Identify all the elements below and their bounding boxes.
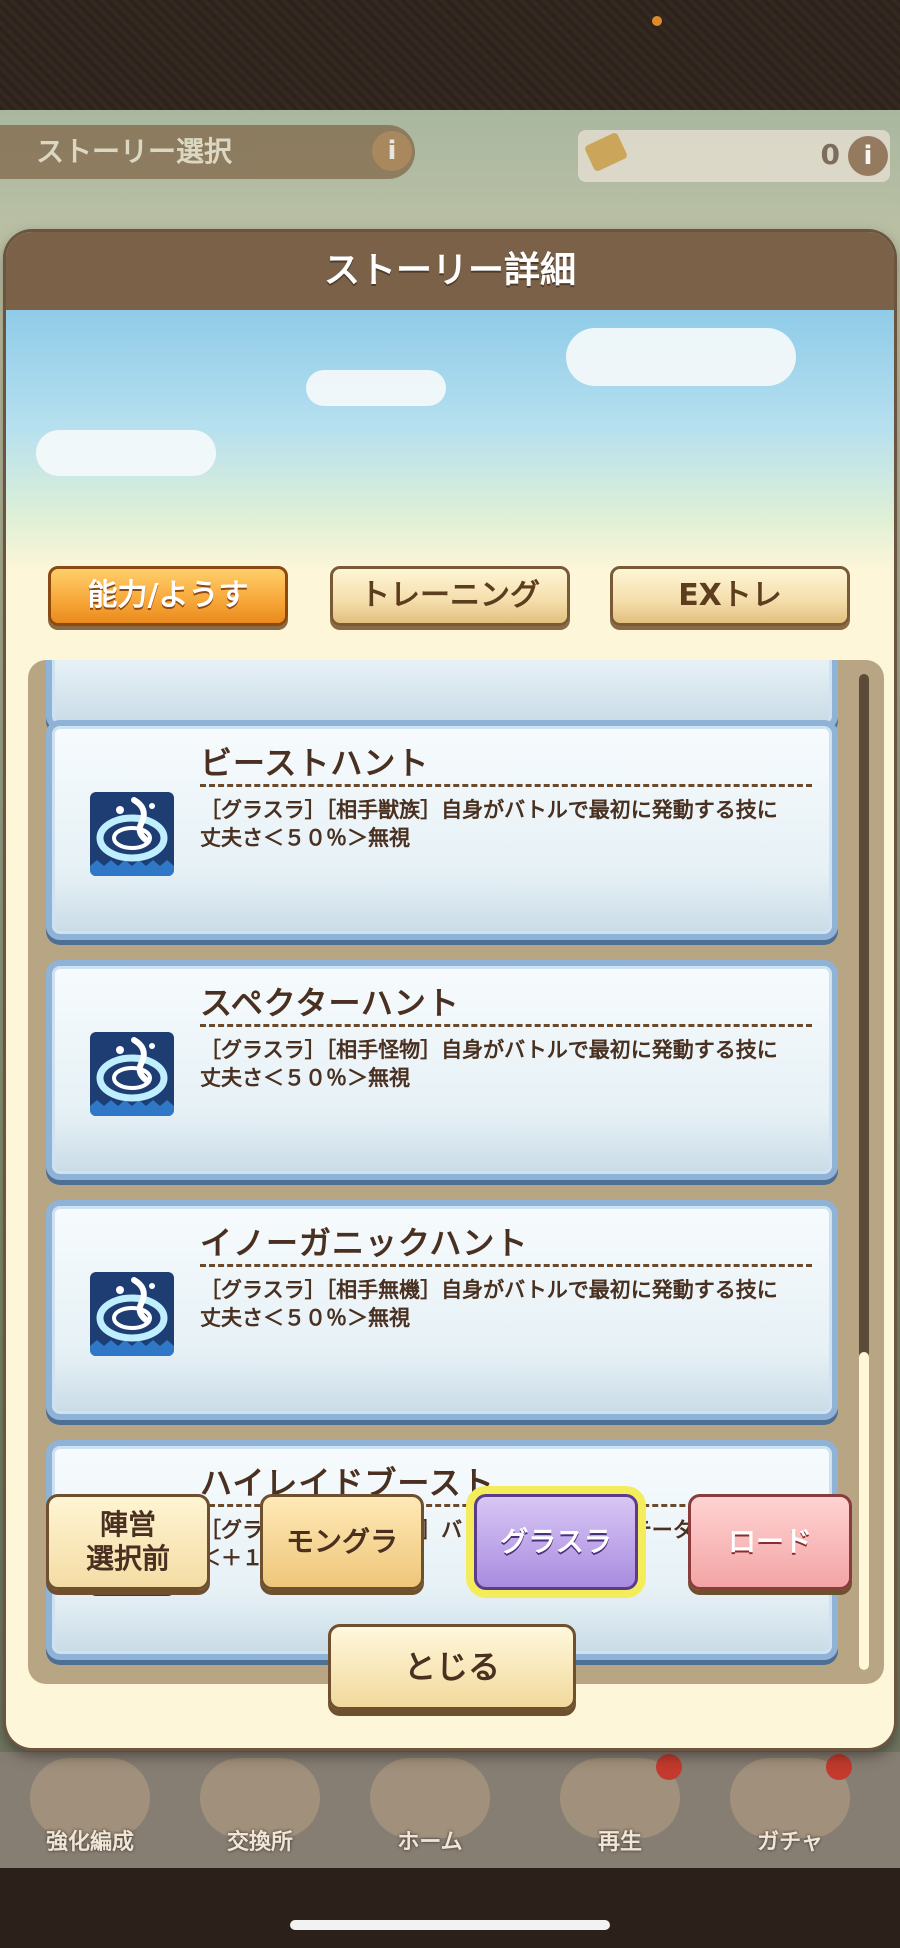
divider	[200, 1024, 812, 1027]
home-indicator[interactable]	[290, 1920, 610, 1930]
info-icon: i	[372, 131, 412, 171]
divider	[200, 1264, 812, 1267]
tab-ex-training[interactable]: EXトレ	[610, 566, 850, 626]
mode-button-before-faction[interactable]: 陣営 選択前	[46, 1494, 210, 1590]
ability-name: ビーストハント	[200, 744, 430, 782]
wave-slash-icon	[90, 792, 174, 876]
ability-card[interactable]: スペクターハント ［グラスラ］［相手怪物］自身がバトルで最初に発動する技に 丈夫…	[46, 960, 838, 1180]
ability-card[interactable]: ビーストハント ［グラスラ］［相手獣族］自身がバトルで最初に発動する技に 丈夫さ…	[46, 720, 838, 940]
tab-abilities[interactable]: 能力/ようす	[48, 566, 288, 626]
modal-title: ストーリー詳細	[323, 250, 576, 291]
currency-info-icon: i	[848, 136, 888, 176]
ability-card[interactable]: イノーガニックハント ［グラスラ］［相手無機］自身がバトルで最初に発動する技に …	[46, 1200, 838, 1420]
nav-item-gacha: ガチャ	[720, 1754, 860, 1862]
cloud-decoration	[36, 430, 216, 476]
cloud-decoration	[566, 328, 796, 386]
close-button[interactable]: とじる	[328, 1624, 576, 1710]
story-detail-modal: ストーリー詳細 能力/ようす トレーニング EXトレ ビーストハント ［グラスラ…	[6, 232, 894, 1748]
notification-badge	[656, 1754, 682, 1780]
nav-item-exchange: 交換所	[190, 1758, 330, 1862]
mode-button-road[interactable]: ロード	[688, 1494, 852, 1590]
mode-button-mongura[interactable]: モングラ	[260, 1494, 424, 1590]
divider	[200, 784, 812, 787]
nav-item-label: 強化編成	[45, 1830, 134, 1855]
currency-value: 0	[820, 138, 840, 171]
wave-slash-icon	[90, 1272, 174, 1356]
ability-name: イノーガニックハント	[200, 1224, 529, 1262]
home-bar-area	[0, 1868, 900, 1948]
nav-item-label: 交換所	[226, 1830, 293, 1855]
nav-item-label: ガチャ	[757, 1830, 823, 1855]
scrollbar-thumb[interactable]	[859, 1352, 869, 1670]
status-indicator-dot	[652, 16, 662, 26]
ability-description: ［グラスラ］［相手無機］自身がバトルで最初に発動する技に 丈夫さ＜５０％＞無視	[200, 1278, 778, 1330]
nav-item-label: ホーム	[397, 1830, 463, 1855]
ability-description: ［グラスラ］［相手獣族］自身がバトルで最初に発動する技に 丈夫さ＜５０％＞無視	[200, 798, 778, 850]
ability-description: ［グラスラ］［相手怪物］自身がバトルで最初に発動する技に 丈夫さ＜５０％＞無視	[200, 1038, 778, 1090]
sky-backdrop	[6, 310, 894, 570]
background-screen-title: ストーリー選択	[0, 125, 415, 179]
nav-item-replay: 再生	[550, 1754, 690, 1862]
tab-training[interactable]: トレーニング	[330, 566, 570, 626]
notification-badge	[826, 1754, 852, 1780]
cloud-decoration	[306, 370, 446, 406]
nav-item-label: 再生	[597, 1830, 642, 1855]
ability-name: スペクターハント	[200, 984, 460, 1022]
wave-slash-icon	[90, 1032, 174, 1116]
mode-button-gurasura[interactable]: グラスラ	[474, 1494, 638, 1590]
status-bar	[0, 0, 900, 110]
nav-item-home: ホーム	[360, 1758, 500, 1862]
nav-item-upgrade: 強化編成	[20, 1758, 160, 1862]
